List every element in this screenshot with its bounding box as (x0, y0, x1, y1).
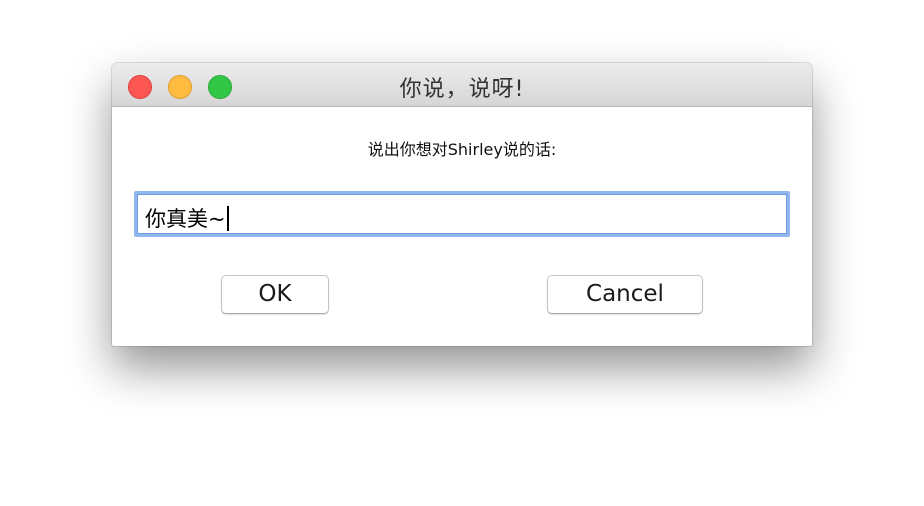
prompt-label: 说出你想对Shirley说的话: (367, 140, 557, 159)
title-bar[interactable]: 你说，说呀! (112, 63, 812, 107)
cancel-button[interactable]: Cancel (547, 275, 703, 314)
text-entry-field[interactable]: 你真美~ (134, 191, 790, 237)
entry-value-container: 你真美~ (145, 203, 229, 233)
text-caret (226, 206, 229, 231)
ok-button[interactable]: OK (221, 275, 329, 314)
entry-value: 你真美~ (145, 207, 226, 231)
dialog-window: 你说，说呀! 说出你想对Shirley说的话: 你真美~ OK Cancel (112, 63, 812, 346)
window-title: 你说，说呀! (399, 77, 525, 102)
